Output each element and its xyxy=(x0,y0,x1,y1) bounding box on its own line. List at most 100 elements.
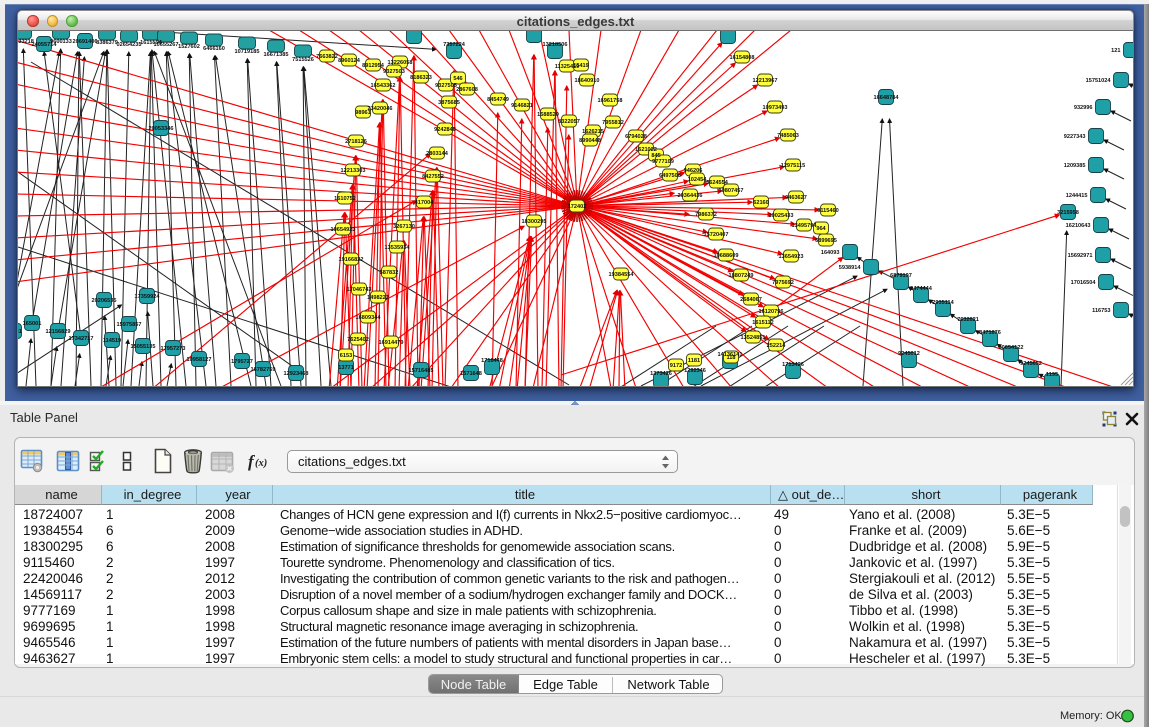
svg-text:62160: 62160 xyxy=(753,200,769,206)
svg-text:3215958: 3215958 xyxy=(1057,210,1079,216)
svg-text:16648784: 16648784 xyxy=(874,95,900,101)
svg-text:20053346: 20053346 xyxy=(149,126,174,132)
svg-text:114519: 114519 xyxy=(103,338,121,344)
svg-text:17359924: 17359924 xyxy=(135,294,161,300)
svg-text:17016504: 17016504 xyxy=(1071,280,1097,286)
svg-text:8912954: 8912954 xyxy=(362,63,385,69)
svg-text:13495794: 13495794 xyxy=(792,223,818,229)
svg-text:1795727: 1795727 xyxy=(231,359,253,365)
svg-text:10958127: 10958127 xyxy=(187,357,212,363)
svg-text:121: 121 xyxy=(1111,48,1120,54)
svg-text:9245652: 9245652 xyxy=(1020,361,1042,367)
svg-text:12923468: 12923468 xyxy=(284,371,309,377)
svg-text:8960124: 8960124 xyxy=(338,58,361,64)
svg-text:16543362: 16543362 xyxy=(371,83,396,89)
svg-text:16671385: 16671385 xyxy=(264,52,289,58)
svg-text:9242848: 9242848 xyxy=(434,127,456,133)
svg-text:417004: 417004 xyxy=(415,200,435,206)
svg-text:1181: 1181 xyxy=(688,358,700,364)
svg-text:3267130: 3267130 xyxy=(393,224,415,230)
svg-text:946206: 946206 xyxy=(684,168,703,174)
svg-text:9115460: 9115460 xyxy=(817,208,838,214)
svg-text:8471676: 8471676 xyxy=(979,330,1001,336)
svg-text:1713426: 1713426 xyxy=(782,362,804,368)
svg-text:7515526: 7515526 xyxy=(292,57,314,63)
svg-text:16914479: 16914479 xyxy=(379,340,404,346)
svg-text:7975692: 7975692 xyxy=(772,280,794,286)
svg-text:8427552: 8427552 xyxy=(422,174,444,180)
svg-text:9474444: 9474444 xyxy=(910,286,933,292)
svg-text:19654923: 19654923 xyxy=(331,227,356,233)
svg-text:252214: 252214 xyxy=(767,343,787,349)
svg-text:2867608: 2867608 xyxy=(456,87,478,93)
svg-text:16033809: 16033809 xyxy=(402,31,427,33)
svg-text:15751024: 15751024 xyxy=(1086,78,1112,84)
svg-text:15720407: 15720407 xyxy=(704,232,729,238)
svg-text:6153: 6153 xyxy=(340,353,352,359)
svg-text:16210643: 16210643 xyxy=(1066,223,1091,229)
svg-text:10719185: 10719185 xyxy=(235,49,260,55)
svg-text:1195: 1195 xyxy=(1046,372,1058,378)
svg-text:18640910: 18640910 xyxy=(575,78,600,84)
svg-text:17046743: 17046743 xyxy=(347,287,372,293)
svg-text:1373426: 1373426 xyxy=(650,371,672,377)
svg-text:8386379: 8386379 xyxy=(96,40,118,46)
svg-text:118: 118 xyxy=(726,355,735,361)
svg-text:1626215: 1626215 xyxy=(582,129,604,135)
svg-text:10807457: 10807457 xyxy=(719,188,744,194)
svg-text:13654923: 13654923 xyxy=(779,254,804,260)
svg-text:9172: 9172 xyxy=(670,363,682,369)
svg-text:964: 964 xyxy=(816,226,826,232)
svg-text:10654122: 10654122 xyxy=(999,345,1024,351)
svg-text:2087682: 2087682 xyxy=(717,31,739,33)
svg-text:16809344: 16809344 xyxy=(356,315,382,321)
svg-text:3875685: 3875685 xyxy=(438,100,460,106)
svg-text:1209385: 1209385 xyxy=(1064,163,1086,169)
svg-text:6794028: 6794028 xyxy=(625,134,647,140)
svg-text:12213303: 12213303 xyxy=(341,168,366,174)
svg-text:164093: 164093 xyxy=(821,250,840,256)
svg-text:172402: 172402 xyxy=(568,204,587,210)
svg-text:16961758: 16961758 xyxy=(598,98,623,104)
svg-text:165001: 165001 xyxy=(23,321,42,327)
svg-text:2684067: 2684067 xyxy=(740,297,762,303)
svg-text:2718126: 2718126 xyxy=(345,139,367,145)
svg-text:6466160: 6466160 xyxy=(203,46,225,52)
svg-text:102454: 102454 xyxy=(688,177,708,183)
svg-text:7663822: 7663822 xyxy=(316,54,338,60)
svg-text:587832: 587832 xyxy=(380,270,399,276)
svg-text:8322057: 8322057 xyxy=(558,119,580,125)
svg-text:9600133: 9600133 xyxy=(50,39,72,45)
svg-text:1292346: 1292346 xyxy=(684,368,706,374)
svg-text:3624554: 3624554 xyxy=(706,180,729,186)
svg-text:7625402: 7625402 xyxy=(347,337,369,343)
svg-text:15975857: 15975857 xyxy=(117,322,142,328)
svg-text:10973493: 10973493 xyxy=(763,105,788,111)
svg-text:9327503: 9327503 xyxy=(383,69,405,75)
svg-text:16120796: 16120796 xyxy=(759,309,784,315)
svg-text:5938914: 5938914 xyxy=(839,265,862,271)
svg-text:6879197: 6879197 xyxy=(890,273,912,279)
svg-text:18300295: 18300295 xyxy=(522,219,547,225)
svg-text:116753: 116753 xyxy=(1092,308,1110,314)
svg-text:1571648: 1571648 xyxy=(460,371,482,377)
svg-text:15692971: 15692971 xyxy=(1068,253,1093,259)
svg-text:02654235: 02654235 xyxy=(117,42,142,48)
svg-text:13524851: 13524851 xyxy=(741,335,766,341)
svg-text:(x): (x) xyxy=(255,458,267,469)
svg-text:9146821: 9146821 xyxy=(511,103,533,109)
svg-text:7986372: 7986372 xyxy=(695,212,717,218)
svg-text:8454749: 8454749 xyxy=(487,97,509,103)
svg-text:1610752: 1610752 xyxy=(334,196,356,202)
svg-text:2803144: 2803144 xyxy=(426,151,449,157)
svg-text:8990448: 8990448 xyxy=(579,138,601,144)
svg-text:9227343: 9227343 xyxy=(1064,134,1086,140)
svg-text:20364436: 20364436 xyxy=(678,193,703,199)
svg-text:10688609: 10688609 xyxy=(714,253,739,259)
svg-text:6899695: 6899695 xyxy=(815,238,837,244)
svg-text:6497508: 6497508 xyxy=(659,173,681,179)
svg-text:546: 546 xyxy=(453,76,462,82)
svg-text:9463627: 9463627 xyxy=(785,195,807,201)
svg-text:1716448: 1716448 xyxy=(481,358,503,364)
svg-text:1527602: 1527602 xyxy=(178,44,200,50)
